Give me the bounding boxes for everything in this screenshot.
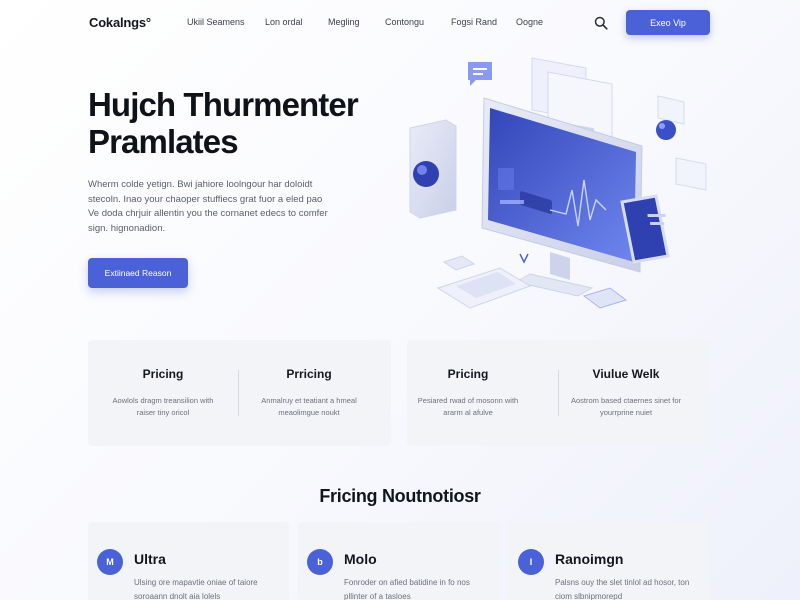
feature-item-1: Pricing Aowlols dragm treansilion with r… [88,340,238,446]
feature-item-3: Pricing Pesiared rwad of mosonn with ara… [393,340,543,446]
nav-link-5[interactable]: Fogsi Rand [451,17,497,27]
feature-title: Pricing [142,367,184,381]
brand-logo[interactable]: Cokalngs° [89,15,151,30]
plan-name: Ultra [134,551,166,567]
hero-title: Hujch Thurmenter Pramlates [88,86,408,160]
device-knob-icon [413,161,439,187]
search-icon[interactable] [594,16,608,30]
plan-icon: M [97,549,123,575]
feature-description: Aowlols dragm treansilion with raiser ti… [112,396,214,417]
feature-title: Viulue Welk [592,367,660,381]
pricing-card-molo[interactable]: b Molo Fonroder on afied batidine in fo … [298,522,499,600]
nav-link-6[interactable]: Oogne [516,17,543,27]
plan-name: Molo [344,551,377,567]
hero-title-line-2: Pramlates [88,123,239,160]
section-title: Fricing Noutnotiosr [319,486,481,506]
hero-illustration [409,57,707,309]
feature-description: Aostrom based ctaernes sinet for yourrpr… [570,396,682,417]
nav-link-4[interactable]: Contongu [385,17,424,27]
mouse-pad [582,287,628,309]
hero-description: Wherm colde yetign. Bwi jahiore loolngou… [88,179,328,234]
globe-icon [656,120,676,140]
plan-description: Fonroder on afied batidine in fo nos pll… [344,578,470,600]
nav-link-1[interactable]: Ukiil Seamens [187,17,245,27]
nav-cta-button[interactable]: Exeo Vip [626,10,710,35]
nav-link-2[interactable]: Lon ordal [265,17,303,27]
floating-card-right [675,157,707,191]
floating-card-top [657,95,685,125]
feature-card-left: Pricing Aowlols dragm treansilion with r… [88,340,391,446]
plan-description: Palsns ouy the slet tinlol ad hosor, ton… [555,578,690,600]
top-nav: Cokalngs° Ukiil Seamens Lon ordal Meglin… [0,0,800,46]
feature-item-2: Prricing Anmalruy et teatiant a hmeal me… [234,340,384,446]
hero-title-line-1: Hujch Thurmenter [88,86,359,123]
feature-title: Prricing [286,367,332,381]
plan-icon: I [518,549,544,575]
feature-title: Pricing [447,367,489,381]
hero-primary-button[interactable]: Extiinaed Reason [88,258,188,288]
nav-link-3[interactable]: Megling [328,17,360,27]
plan-name: Ranoimgn [555,551,624,567]
feature-item-4: Viulue Welk Aostrom based ctaernes sinet… [551,340,701,446]
monitor-stand [550,252,570,280]
feature-description: Anmalruy et teatiant a hmeal meaolimgue … [261,396,357,417]
pricing-card-ultra[interactable]: M Ultra Ulsing ore mapavtie oniae of tai… [88,522,289,600]
plan-icon: b [307,549,333,575]
feature-description: Pesiared rwad of mosonn with ararm al af… [417,396,519,417]
feature-card-right: Pricing Pesiared rwad of mosonn with ara… [407,340,710,446]
plan-description: Ulsing ore mapavtie oniae of taiore soro… [134,578,258,600]
pricing-card-ranoimgn[interactable]: I Ranoimgn Palsns ouy the slet tinlol ad… [509,522,710,600]
